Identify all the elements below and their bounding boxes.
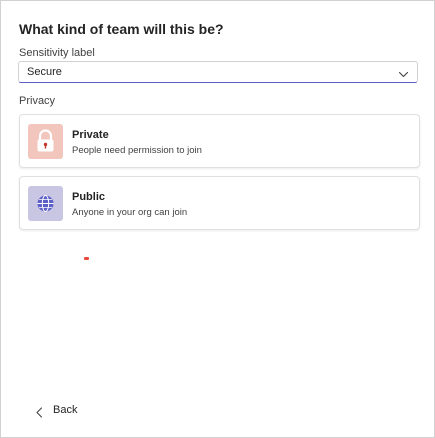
privacy-option-public[interactable]: Public Anyone in your org can join (19, 176, 420, 230)
sensitivity-selected-value: Secure (27, 66, 62, 78)
sensitivity-label-dropdown[interactable]: Secure (18, 61, 418, 83)
option-description: People need permission to join (72, 145, 202, 156)
privacy-caption: Privacy (19, 95, 56, 107)
option-title: Public (72, 191, 106, 203)
option-title: Private (72, 129, 109, 141)
option-description: Anyone in your org can join (72, 207, 188, 218)
chevron-down-icon (398, 67, 409, 78)
create-team-dialog: What kind of team will this be? Sensitiv… (0, 0, 435, 438)
back-label: Back (53, 404, 78, 416)
chevron-left-icon (35, 405, 44, 418)
privacy-option-private[interactable]: Private People need permission to join (19, 114, 420, 168)
globe-icon (28, 186, 63, 221)
dialog-title: What kind of team will this be? (19, 21, 224, 37)
cursor-marker (84, 257, 89, 260)
sensitivity-label-caption: Sensitivity label (19, 47, 95, 59)
lock-icon (28, 124, 63, 159)
